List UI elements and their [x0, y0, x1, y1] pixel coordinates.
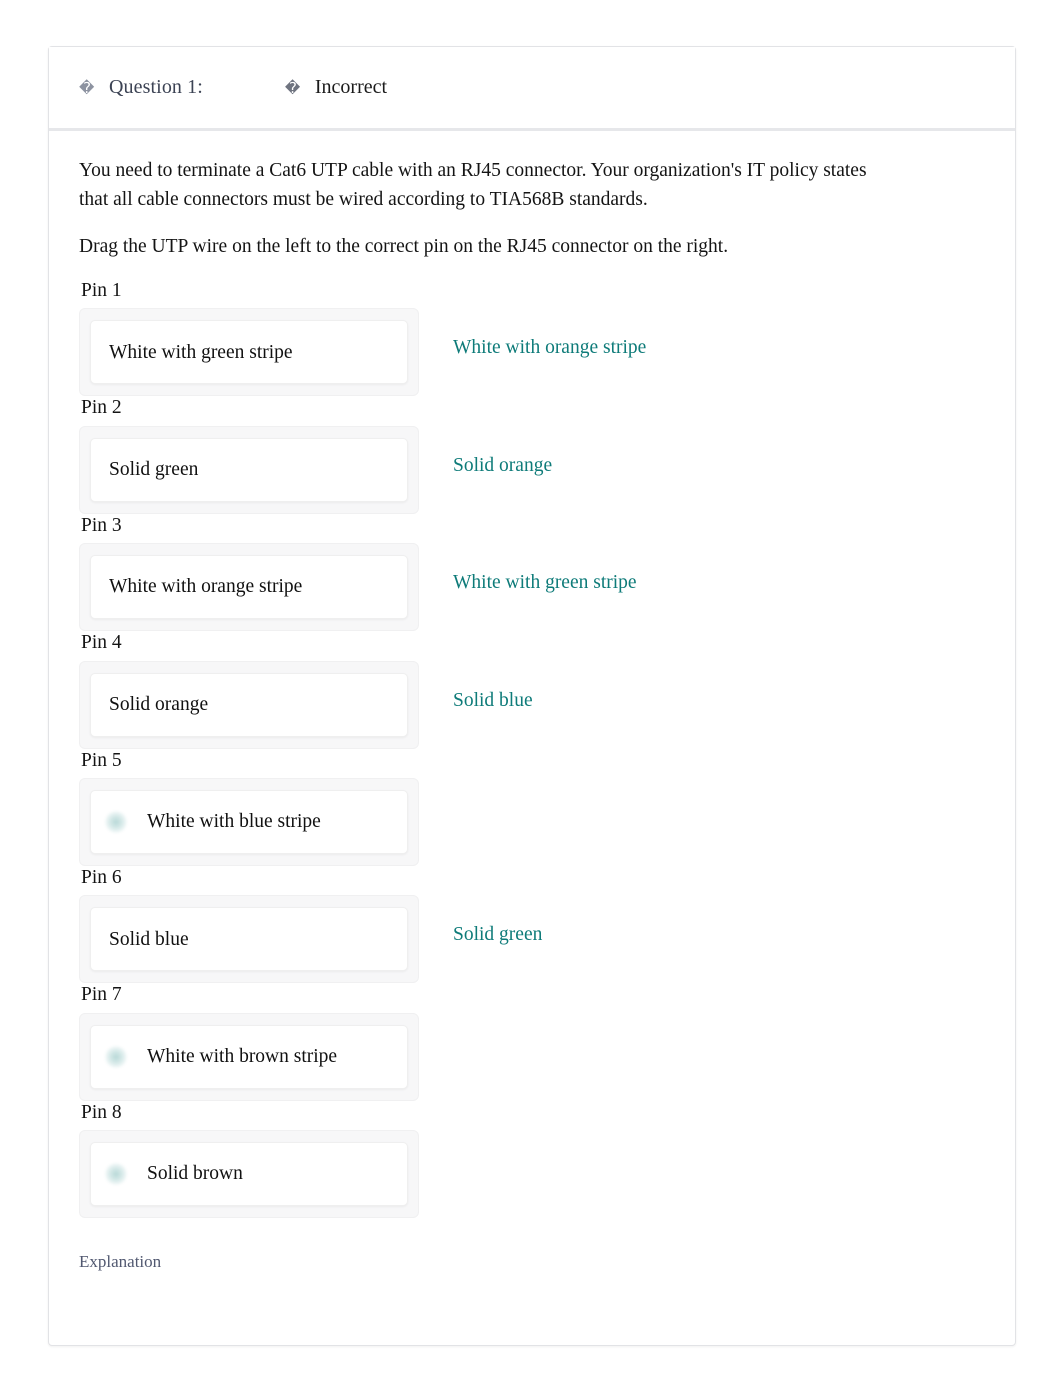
wire-tile-label: Solid blue — [109, 928, 189, 950]
correct-answer-label: Solid orange — [453, 454, 553, 476]
wire-tile-label: Solid green — [109, 459, 199, 480]
wire-tile-label: Solid brown — [147, 1163, 243, 1185]
correct-answer-label: White with orange stripe — [453, 337, 647, 359]
pin-row: Pin 4 Solid orange Solid blue — [79, 631, 985, 749]
explanation-link[interactable]: Explanation — [79, 1252, 161, 1272]
pin-label: Pin 6 — [81, 866, 122, 888]
pin-label: Pin 5 — [81, 749, 122, 771]
pin-drop-zone[interactable]: White with brown stripe — [79, 1012, 419, 1101]
question-stem: You need to terminate a Cat6 UTP cable w… — [79, 160, 867, 210]
wire-tile[interactable]: White with brown stripe — [90, 1024, 408, 1089]
wire-tile[interactable]: White with green stripe — [90, 320, 408, 385]
question-marker-icon: � — [79, 79, 95, 97]
pin-pair: Solid brown — [79, 1130, 985, 1219]
question-instruction: Drag the UTP wire on the left to the cor… — [79, 236, 729, 258]
pin-label: Pin 4 — [81, 632, 122, 654]
question-body: You need to terminate a Cat6 UTP cable w… — [49, 131, 1015, 1332]
pin-pair: White with blue stripe — [79, 777, 985, 866]
question-header: � Question 1: � Incorrect — [49, 47, 1015, 131]
pin-drop-zone[interactable]: Solid blue — [79, 895, 419, 984]
question-number-group: � Question 1: — [79, 76, 203, 99]
pin-row: Pin 1 White with green stripe White with o… — [79, 279, 985, 397]
check-circle-icon — [105, 1045, 127, 1068]
wire-tile-label: White with brown stripe — [147, 1045, 338, 1067]
pin-drop-zone[interactable]: White with blue stripe — [79, 777, 419, 866]
wire-tile[interactable]: Solid blue — [90, 907, 408, 972]
status-marker-icon: � — [284, 79, 301, 97]
pin-label: Pin 8 — [81, 1101, 122, 1123]
pin-drop-zone[interactable]: Solid green — [79, 425, 419, 514]
question-number-label: Question 1: — [109, 76, 203, 98]
question-status-group: � Incorrect — [285, 76, 387, 99]
pin-drop-zone[interactable]: Solid orange — [79, 660, 419, 749]
pin-drop-zone[interactable]: Solid brown — [79, 1130, 419, 1219]
pin-pair: White with brown stripe — [79, 1012, 985, 1101]
pin-row: Pin 8 Solid brown — [79, 1101, 985, 1219]
wire-tile[interactable]: White with blue stripe — [90, 789, 408, 854]
pin-row: Pin 7 White with brown stripe — [79, 983, 985, 1101]
pin-pair: White with green stripe White with orange… — [79, 308, 985, 397]
pin-label: Pin 1 — [81, 279, 122, 301]
pin-pair: Solid orange Solid blue — [79, 660, 985, 749]
wire-tile[interactable]: White with orange stripe — [90, 555, 408, 620]
pin-drop-zone[interactable]: White with green stripe — [79, 308, 419, 397]
check-circle-icon — [105, 1163, 127, 1186]
pin-pair: Solid blue Solid green — [79, 895, 985, 984]
wire-tile-label: Solid orange — [109, 693, 209, 715]
wire-tile[interactable]: Solid green — [90, 437, 408, 502]
pin-row: Pin 6 Solid blue Solid green — [79, 866, 985, 984]
question-card: � Question 1: � Incorrect You need to te… — [48, 46, 1016, 1346]
pin-row: Pin 3 White with orange stripe White with … — [79, 514, 985, 632]
pin-label: Pin 3 — [81, 514, 122, 536]
wire-tile-label: White with green stripe — [109, 341, 293, 363]
correct-answer-label: Solid blue — [453, 689, 533, 711]
wire-tile[interactable]: Solid brown — [90, 1142, 408, 1207]
correct-answer-label: White with green stripe — [453, 572, 637, 594]
pin-list: Pin 1 White with green stripe White with o… — [79, 279, 985, 1219]
status-badge: Incorrect — [314, 76, 388, 98]
check-circle-icon — [105, 810, 127, 833]
wire-tile-label: White with blue stripe — [147, 811, 321, 833]
pin-drop-zone[interactable]: White with orange stripe — [79, 543, 419, 632]
pin-row: Pin 2 Solid green Solid orange — [79, 396, 985, 514]
pin-row: Pin 5 White with blue stripe — [79, 749, 985, 866]
pin-pair: Solid green Solid orange — [79, 425, 985, 514]
wire-tile-label: White with orange stripe — [109, 576, 303, 598]
pin-pair: White with orange stripe White with green… — [79, 543, 985, 632]
wire-tile[interactable]: Solid orange — [90, 672, 408, 737]
pin-label: Pin 2 — [81, 397, 122, 419]
correct-answer-label: Solid green — [453, 924, 543, 946]
pin-label: Pin 7 — [81, 984, 122, 1006]
